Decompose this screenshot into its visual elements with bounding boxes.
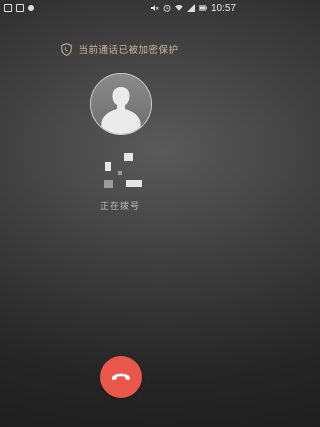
message-icon — [4, 4, 12, 12]
phone-hangup-icon — [112, 373, 130, 381]
battery-icon — [199, 5, 207, 11]
animation-pixel — [104, 180, 113, 188]
signal-icon — [186, 4, 195, 12]
avatar — [90, 73, 152, 135]
hang-up-button[interactable] — [100, 356, 142, 398]
status-bar-left — [4, 4, 34, 12]
record-icon — [28, 5, 34, 11]
status-bar: 10:57 — [0, 0, 240, 16]
call-status-text: 正在拨号 — [99, 202, 140, 212]
clock-time: 10:57 — [210, 2, 236, 14]
alarm-icon — [163, 4, 171, 12]
image-icon — [16, 4, 24, 12]
wifi-icon — [175, 4, 183, 11]
person-silhouette-icon — [91, 74, 151, 134]
status-bar-right: 10:57 — [150, 2, 236, 14]
encryption-notice: 当前通话已被加密保护 — [0, 42, 240, 56]
animation-pixel — [126, 180, 142, 187]
animation-pixel — [118, 171, 122, 175]
encryption-notice-text: 当前通话已被加密保护 — [78, 45, 179, 56]
animation-pixel — [124, 153, 133, 161]
shield-phone-icon — [61, 42, 73, 56]
mute-icon — [150, 5, 159, 11]
animation-pixel — [105, 162, 111, 171]
